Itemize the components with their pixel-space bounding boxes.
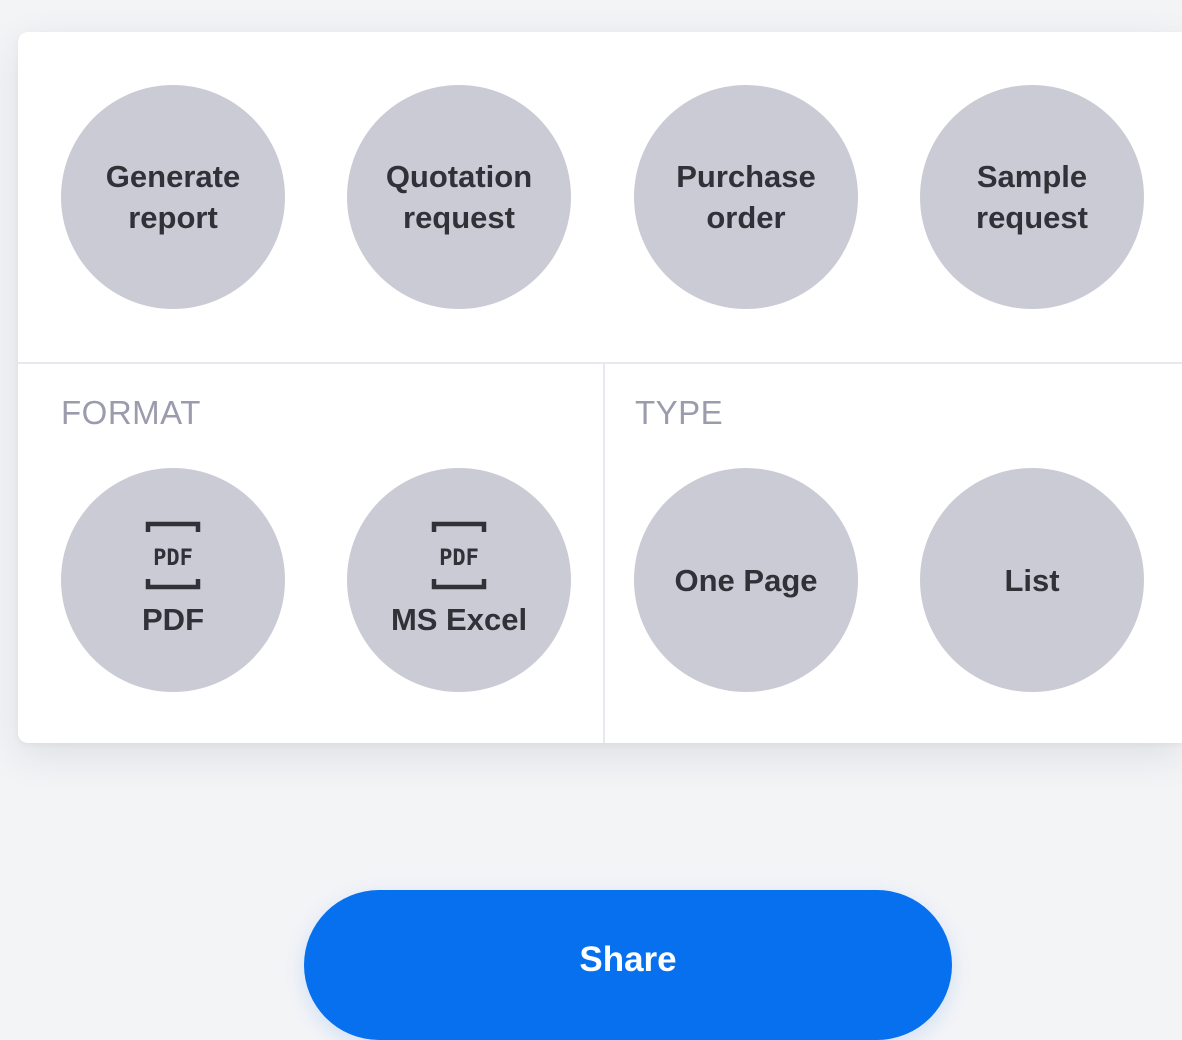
- purchase-order-label: Purchase order: [676, 159, 816, 235]
- section-divider-horizontal: [18, 362, 1182, 364]
- sample-request-label: Sample request: [976, 159, 1088, 235]
- pdf-icon-text: PDF: [439, 546, 479, 571]
- sample-request-button[interactable]: Sample request: [920, 85, 1144, 309]
- format-pdf-option[interactable]: PDF PDF: [61, 468, 285, 692]
- purchase-order-button[interactable]: Purchase order: [634, 85, 858, 309]
- generate-report-button[interactable]: Generate report: [61, 85, 285, 309]
- share-button-label: Share: [579, 940, 677, 979]
- format-excel-label: MS Excel: [390, 601, 528, 637]
- type-one-page-option[interactable]: One Page: [634, 468, 858, 692]
- format-excel-option[interactable]: PDF MS Excel: [347, 468, 571, 692]
- share-button[interactable]: Share: [304, 890, 952, 1040]
- pdf-icon: PDF: [145, 521, 201, 589]
- section-divider-vertical: [603, 364, 605, 743]
- type-heading: TYPE: [635, 394, 724, 431]
- quotation-request-button[interactable]: Quotation request: [347, 85, 571, 309]
- type-list-label: List: [1004, 562, 1060, 598]
- type-list-option[interactable]: List: [920, 468, 1144, 692]
- quotation-request-label: Quotation request: [385, 159, 533, 235]
- format-pdf-label: PDF: [142, 601, 204, 637]
- pdf-icon: PDF: [431, 521, 487, 589]
- pdf-icon-text: PDF: [153, 546, 193, 571]
- type-one-page-label: One Page: [674, 562, 818, 598]
- generate-report-label: Generate report: [105, 159, 241, 235]
- share-options-card: Generate report Quotation request Purcha…: [18, 32, 1182, 743]
- format-heading: FORMAT: [61, 394, 201, 431]
